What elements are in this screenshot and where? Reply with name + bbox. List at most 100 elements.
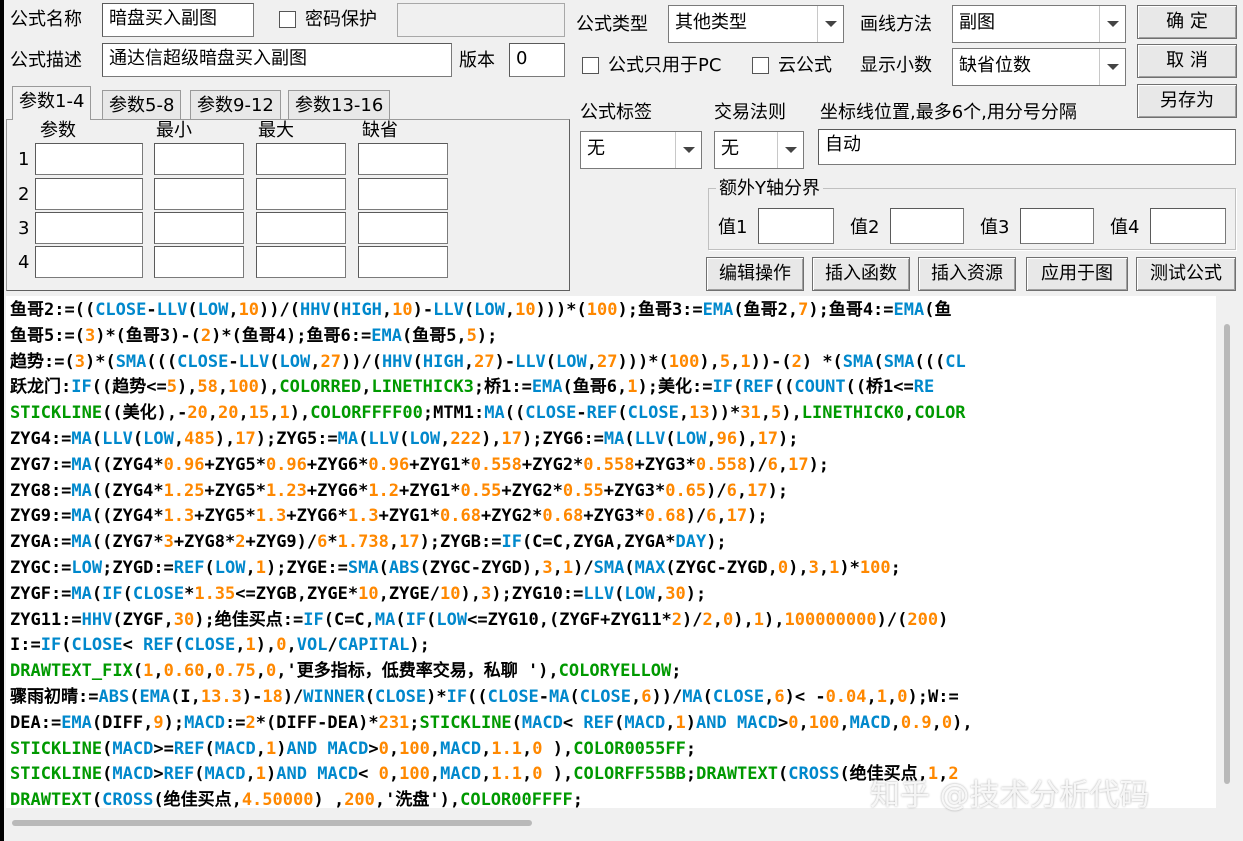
save-as-button[interactable]: 另存为	[1137, 84, 1237, 118]
param-3-min-input[interactable]	[154, 212, 244, 244]
code-token: 0.55	[562, 480, 604, 501]
horizontal-scrollbar[interactable]	[6, 810, 1216, 832]
formula-desc-input[interactable]: 通达信超级暗盘买入副图	[102, 43, 452, 77]
value2-label: 值2	[850, 217, 880, 238]
code-token: MACD	[184, 712, 226, 733]
code-token: CROSS	[102, 790, 154, 808]
code-token: 5	[166, 377, 177, 398]
chevron-down-icon[interactable]	[817, 6, 843, 42]
value3-input[interactable]	[1020, 208, 1094, 244]
code-token: )*	[426, 687, 447, 707]
draw-method-select[interactable]: 副图	[952, 5, 1126, 43]
code-token: )< -	[784, 687, 826, 707]
insert-function-button[interactable]: 插入函数	[812, 257, 910, 291]
code-token: (	[102, 764, 113, 785]
formula-tag-select[interactable]: 无	[580, 131, 702, 169]
code-token: IF	[501, 532, 522, 553]
code-token: 0.558	[695, 454, 748, 475]
edit-ops-button[interactable]: 编辑操作	[706, 257, 804, 291]
code-token: REF	[173, 558, 205, 578]
password-protect-checkbox[interactable]	[279, 11, 296, 28]
param-2-min-input[interactable]	[154, 178, 244, 210]
insert-resource-button[interactable]: 插入资源	[918, 257, 1016, 291]
value4-input[interactable]	[1150, 208, 1226, 244]
formula-type-select[interactable]: 其他类型	[668, 5, 844, 43]
cloud-formula-checkbox[interactable]	[752, 57, 769, 74]
code-line: 鱼哥2:=((CLOSE-LLV(LOW,10))/(HHV(HIGH,10)-…	[10, 298, 952, 324]
code-token: COUNT	[794, 377, 846, 398]
code-token: 1	[876, 687, 888, 707]
chevron-down-icon[interactable]	[675, 132, 701, 168]
code-token: 17	[399, 532, 420, 553]
version-input[interactable]: 0	[509, 43, 565, 77]
test-formula-button[interactable]: 测试公式	[1136, 257, 1236, 291]
pc-only-checkbox[interactable]	[582, 57, 599, 74]
code-token: EMA	[139, 687, 171, 707]
trade-rule-select[interactable]: 无	[714, 131, 804, 169]
param-4-min-input[interactable]	[154, 246, 244, 278]
code-token: 1.3	[347, 506, 379, 527]
code-token: MA	[71, 532, 92, 553]
code-token: (	[204, 738, 215, 759]
code-token: 2	[791, 351, 802, 372]
show-decimals-value: 缺省位数	[959, 55, 1031, 76]
formula-name-input[interactable]: 暗盘买入副图	[102, 3, 254, 37]
param-1-name-input[interactable]	[35, 143, 143, 175]
param-2-name-input[interactable]	[35, 178, 143, 210]
param-3-default-input[interactable]	[358, 212, 448, 244]
param-4-max-input[interactable]	[256, 246, 346, 278]
tab-params-5-8[interactable]: 参数5-8	[102, 90, 182, 120]
code-token: 0.558	[583, 454, 635, 475]
code-token: MACD	[204, 764, 246, 785]
code-token: LINETHICK0	[801, 403, 905, 424]
code-token: 30	[173, 609, 195, 630]
trade-rule-value: 无	[721, 138, 739, 159]
tab-params-1-4[interactable]: 参数1-4	[12, 86, 92, 120]
code-token: +ZYG5*	[204, 480, 266, 501]
scrollbar-thumb[interactable]	[1224, 324, 1230, 784]
code-token: REF	[143, 635, 174, 656]
param-3-max-input[interactable]	[256, 212, 346, 244]
tab-params-9-12[interactable]: 参数9-12	[190, 90, 281, 120]
code-token: SMA	[842, 351, 874, 372]
chevron-down-icon[interactable]	[777, 132, 803, 168]
password-input[interactable]	[397, 3, 565, 37]
param-2-default-input[interactable]	[358, 178, 448, 210]
code-token: 100	[399, 764, 430, 785]
code-token: HIGH	[340, 300, 382, 320]
cancel-button[interactable]: 取 消	[1137, 44, 1237, 78]
code-token: (	[194, 764, 205, 785]
code-token: 2	[245, 712, 256, 733]
param-1-default-input[interactable]	[358, 143, 448, 175]
ok-button[interactable]: 确 定	[1137, 5, 1237, 39]
code-token: <=ZYGB,ZYGE*	[235, 583, 359, 604]
code-token: (	[132, 661, 144, 682]
value2-input[interactable]	[890, 208, 964, 244]
param-3-name-input[interactable]	[35, 212, 143, 244]
chevron-down-icon[interactable]	[1099, 6, 1125, 42]
param-4-default-input[interactable]	[358, 246, 448, 278]
code-token: WINNER	[303, 687, 365, 707]
code-token: +ZYG6*	[286, 506, 348, 527]
code-token: 6	[641, 687, 652, 707]
formula-code-editor[interactable]: 鱼哥2:=((CLOSE-LLV(LOW,10))/(HHV(HIGH,10)-…	[6, 296, 1216, 808]
value1-input[interactable]	[758, 208, 834, 244]
chevron-down-icon[interactable]	[1099, 49, 1125, 85]
tab-params-13-16[interactable]: 参数13-16	[288, 90, 391, 120]
param-2-max-input[interactable]	[256, 178, 346, 210]
code-token: ,	[777, 454, 789, 475]
code-token: AND	[286, 738, 318, 759]
vertical-scrollbar[interactable]	[1218, 296, 1238, 808]
param-1-max-input[interactable]	[256, 143, 346, 175]
apply-to-chart-button[interactable]: 应用于图	[1026, 257, 1128, 291]
axis-position-input[interactable]: 自动	[818, 129, 1236, 165]
scrollbar-thumb[interactable]	[12, 820, 532, 826]
code-token: ,	[630, 687, 642, 707]
code-token: ,	[217, 377, 229, 398]
show-decimals-select[interactable]: 缺省位数	[952, 48, 1126, 86]
param-4-name-input[interactable]	[35, 246, 143, 278]
code-token: LLV	[583, 583, 615, 604]
trade-rule-label: 交易法则	[714, 102, 786, 123]
code-token: 222	[450, 429, 482, 449]
param-1-min-input[interactable]	[154, 143, 244, 175]
